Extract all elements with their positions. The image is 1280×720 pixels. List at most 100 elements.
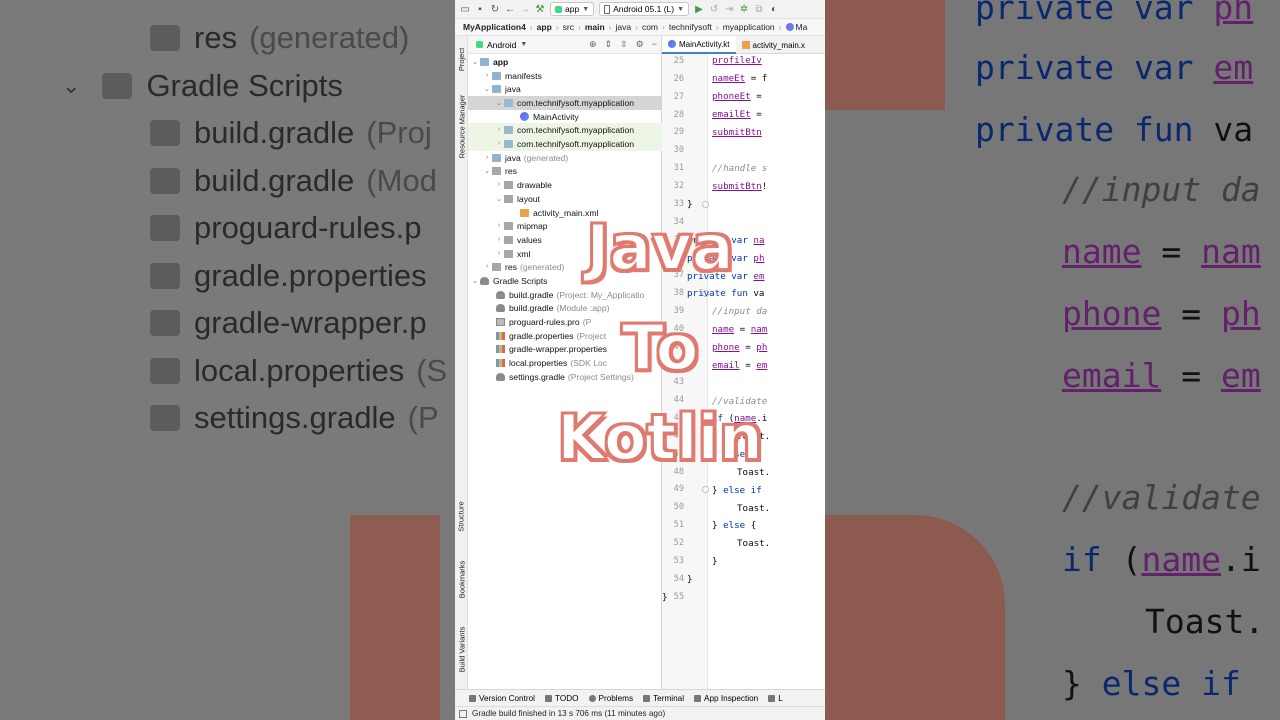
- tab-build-variants[interactable]: Build Variants: [455, 614, 468, 684]
- folder-icon: [492, 71, 501, 80]
- breadcrumb-item[interactable]: main: [585, 22, 605, 32]
- line-number: 30: [673, 145, 684, 156]
- tab-todo[interactable]: TODO: [544, 694, 579, 703]
- bottom-tool-tabs: Version Control TODO Problems Terminal A…: [455, 689, 825, 706]
- tree-item-layout[interactable]: ⌄ layout: [468, 192, 662, 206]
- bg-tree-row: proguard-rules.p: [150, 210, 421, 246]
- main-toolbar: ▭ ▪ ↻ ← → ⚒ app ▼ Android 05.1 (L) ▼ ▶ ↺ ⇥…: [455, 0, 825, 19]
- folder-icon: [504, 194, 513, 203]
- back-arrow-icon[interactable]: ←: [505, 4, 515, 15]
- run-icon[interactable]: ▶: [694, 4, 704, 15]
- locate-file-icon[interactable]: ⊕: [589, 39, 597, 50]
- android-icon: [555, 5, 562, 13]
- caption-line-kotlin: Kotlin: [556, 401, 764, 474]
- tab-problems[interactable]: Problems: [588, 694, 633, 703]
- bg-code-line: private fun va: [975, 110, 1254, 149]
- sync-icon[interactable]: ↻: [490, 4, 500, 15]
- rerun-icon[interactable]: ↺: [709, 4, 719, 15]
- elephant-icon: [150, 120, 180, 146]
- code-line: }: [662, 592, 668, 603]
- debug-icon[interactable]: ✲: [739, 4, 749, 15]
- breadcrumb-item[interactable]: Ma: [796, 22, 808, 32]
- phone-icon: [604, 4, 611, 14]
- bg-code-line: //validate: [1062, 478, 1261, 517]
- elephant-icon: [150, 405, 180, 431]
- tree-item-package-main[interactable]: ⌄ com.technifysoft.myapplication: [468, 96, 662, 110]
- background-right-zoom: private var ph private var em private fu…: [825, 0, 1280, 720]
- chevron-down-icon[interactable]: ▼: [520, 41, 527, 48]
- tab-activity-main-xml[interactable]: activity_main.x: [736, 36, 811, 54]
- video-caption-overlay: Java To Kotlin: [540, 205, 780, 485]
- attach-debugger-icon[interactable]: ◐: [769, 4, 779, 15]
- breadcrumb-item[interactable]: java: [616, 22, 632, 32]
- package-icon: [504, 98, 513, 107]
- bg-code-line: private var em: [975, 48, 1254, 87]
- project-panel-header: Android ▼ ⊕ ⇕ ⇳ ⚙ −: [468, 36, 661, 54]
- code-line: submitBtn!: [712, 181, 768, 192]
- caption-line-java: Java: [585, 211, 734, 284]
- kotlin-class-icon: [520, 112, 529, 122]
- gear-icon[interactable]: ⚙: [636, 39, 644, 50]
- bg-tree-row: res (generated): [150, 20, 409, 56]
- forward-arrow-icon[interactable]: →: [520, 4, 530, 15]
- bg-tree-row: gradle-wrapper.p: [150, 305, 427, 341]
- tab-mainactivity-kt[interactable]: MainActivity.kt: [662, 36, 736, 54]
- breadcrumb-item[interactable]: technifysoft: [669, 22, 712, 32]
- expand-all-icon[interactable]: ⇕: [605, 39, 613, 50]
- tree-item-package-test[interactable]: › com.technifysoft.myapplication: [468, 137, 662, 151]
- bg-code-line: } else if: [1062, 664, 1241, 703]
- list-icon: [544, 694, 552, 702]
- gradle-elephant-icon: [496, 290, 505, 299]
- background-left-zoom: res (generated) ⌄ Gradle Scripts build.gra…: [0, 0, 455, 720]
- breadcrumb-item[interactable]: MyApplication4: [463, 22, 526, 32]
- device-select[interactable]: Android 05.1 (L) ▼: [599, 2, 690, 16]
- file-icon: [150, 25, 180, 51]
- tab-resource-manager[interactable]: Resource Manager: [455, 86, 468, 166]
- tree-item-manifests[interactable]: › manifests: [468, 69, 662, 83]
- package-icon: [504, 125, 513, 134]
- inspect-icon: [694, 694, 702, 702]
- run-config-select[interactable]: app ▼: [550, 2, 595, 16]
- chevron-down-icon: ⌄: [62, 73, 81, 98]
- folder-icon: [504, 221, 513, 230]
- tree-item-package-androidtest[interactable]: › com.technifysoft.myapplication: [468, 123, 662, 137]
- tab-bookmarks[interactable]: Bookmarks: [455, 550, 468, 608]
- tab-project[interactable]: Project: [455, 40, 468, 78]
- tab-terminal[interactable]: Terminal: [643, 694, 684, 703]
- android-icon: [476, 41, 483, 48]
- tree-item-mainactivity[interactable]: MainActivity: [468, 110, 662, 124]
- hide-icon[interactable]: −: [652, 39, 657, 50]
- properties-icon: [496, 358, 505, 367]
- collapse-all-icon[interactable]: ⇳: [620, 39, 628, 50]
- folder-icon: [492, 153, 501, 162]
- tree-item-res[interactable]: ⌄ res: [468, 164, 662, 178]
- tree-item-app[interactable]: ⌄ app: [468, 55, 662, 69]
- breadcrumb-item[interactable]: com: [642, 22, 658, 32]
- elephant-icon: [102, 73, 133, 99]
- code-line: }: [687, 574, 693, 585]
- tree-item-drawable[interactable]: › drawable: [468, 178, 662, 192]
- properties-icon: [150, 358, 180, 384]
- status-message: Gradle build finished in 13 s 706 ms (11…: [472, 709, 666, 718]
- tab-app-inspection[interactable]: App Inspection: [694, 694, 758, 703]
- bg-code-line: email = em: [1062, 356, 1261, 395]
- save-icon[interactable]: ▪: [475, 4, 485, 15]
- tab-logcat[interactable]: L: [768, 694, 783, 703]
- toggle-tool-windows-icon[interactable]: [459, 709, 467, 718]
- apply-changes-icon[interactable]: ⇥: [724, 4, 734, 15]
- properties-icon: [150, 310, 180, 336]
- tab-version-control[interactable]: Version Control: [469, 694, 535, 703]
- tree-item-java[interactable]: ⌄ java: [468, 82, 662, 96]
- project-view-selector[interactable]: Android: [487, 40, 516, 50]
- build-hammer-icon[interactable]: ⚒: [535, 4, 545, 15]
- tab-structure[interactable]: Structure: [455, 488, 468, 544]
- kotlin-file-icon: [668, 40, 676, 48]
- open-folder-icon[interactable]: ▭: [460, 4, 470, 15]
- tree-item-java-generated[interactable]: › java (generated): [468, 151, 662, 165]
- profile-icon[interactable]: ⧉: [754, 4, 764, 15]
- breadcrumb-item[interactable]: app: [537, 22, 552, 32]
- status-bar: Gradle build finished in 13 s 706 ms (11…: [455, 706, 825, 720]
- breadcrumb-item[interactable]: myapplication: [723, 22, 775, 32]
- breadcrumb-item[interactable]: src: [563, 22, 574, 32]
- code-line: nameEt = f: [712, 73, 768, 84]
